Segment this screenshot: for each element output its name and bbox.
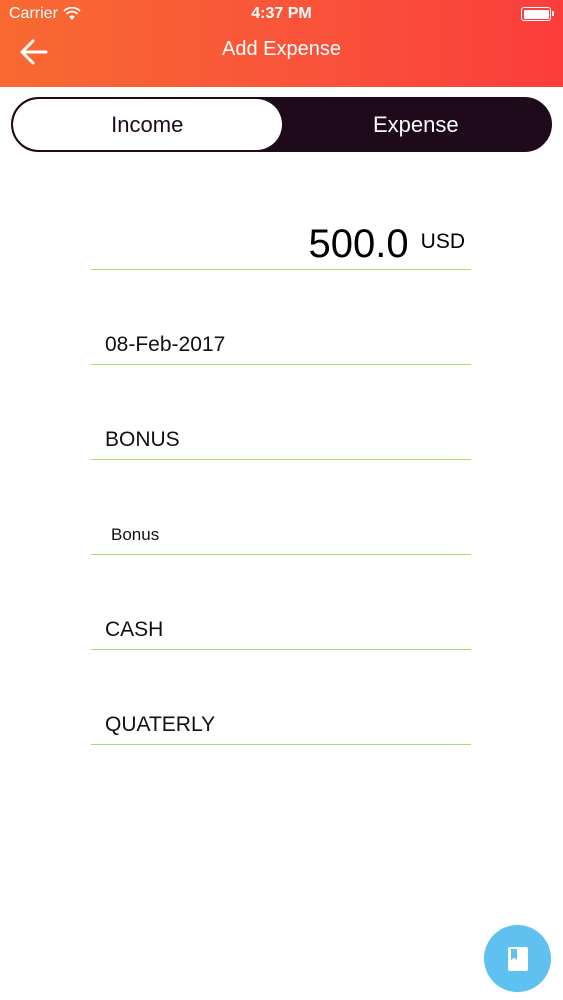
book-fab-button[interactable]: [484, 925, 551, 992]
recurrence-field[interactable]: QUATERLY: [91, 705, 471, 745]
add-expense-screen: Carrier 4:37 PM Add Expense Income Expen…: [0, 0, 563, 1000]
status-time: 4:37 PM: [251, 5, 312, 22]
segment-income[interactable]: Income: [13, 99, 282, 150]
amount-value: 500.0: [308, 222, 409, 266]
currency-label: USD: [420, 230, 465, 253]
amount-field[interactable]: 500.0 USD: [91, 214, 471, 270]
payment-method-field[interactable]: CASH: [91, 610, 471, 650]
header: Carrier 4:37 PM Add Expense: [0, 0, 563, 87]
note-field[interactable]: Bonus: [91, 515, 471, 555]
battery-icon: [521, 7, 554, 21]
category-field[interactable]: BONUS: [91, 420, 471, 460]
nav-bar: Add Expense: [0, 28, 563, 74]
page-title: Add Expense: [222, 38, 341, 60]
date-field[interactable]: 08-Feb-2017: [91, 325, 471, 365]
income-expense-toggle: Income Expense: [11, 97, 552, 152]
book-icon: [507, 946, 528, 971]
segment-expense[interactable]: Expense: [282, 99, 551, 150]
status-bar: Carrier 4:37 PM: [0, 0, 563, 28]
